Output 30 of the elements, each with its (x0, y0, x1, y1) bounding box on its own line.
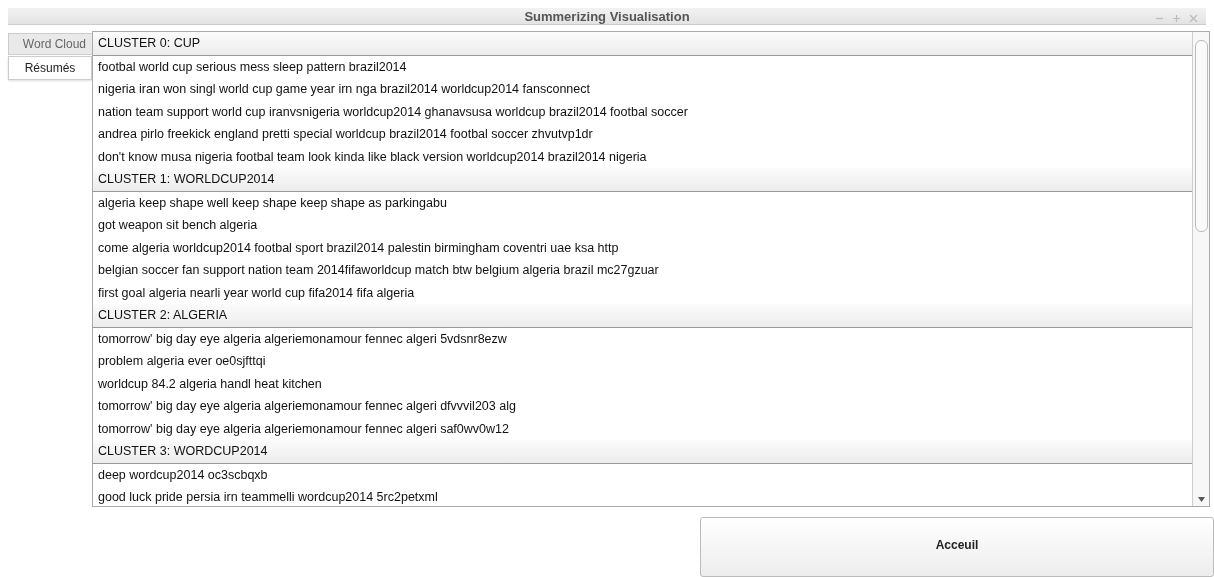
list-item[interactable]: footbal world cup serious mess sleep pattern brazil2014 (93, 55, 1192, 78)
list-item[interactable]: algeria keep shape well keep shape keep shape as parkingabu (93, 191, 1192, 214)
list-item[interactable]: problem algeria ever oe0sjfttqi (93, 350, 1192, 373)
cluster-header: CLUSTER 1: WORLDCUP2014 (93, 168, 1192, 192)
list-item[interactable]: deep wordcup2014 oc3scbqxb (93, 463, 1192, 486)
list-item[interactable]: nation team support world cup iranvsnigeria worldcup2014 ghanavsusa worldcup brazil2014 footbal soccer (93, 100, 1192, 123)
list-item[interactable]: tomorrow' big day eye algeria algeriemonamour fennec algeri 5vdsnr8ezw (93, 327, 1192, 350)
list-item[interactable]: worldcup 84.2 algeria handl heat kitchen (93, 372, 1192, 395)
list-item[interactable]: belgian soccer fan support nation team 2014fifaworldcup match btw belgium algeria brazil mc27gzuar (93, 259, 1192, 282)
list-item[interactable]: tomorrow' big day eye algeria algeriemonamour fennec algeri dfvvvil203 alg (93, 395, 1192, 418)
scrollbar[interactable] (1192, 32, 1209, 506)
cluster-header: CLUSTER 3: WORDCUP2014 (93, 440, 1192, 464)
list-item[interactable]: come algeria worldcup2014 footbal sport brazil2014 palestin birmingham coventri uae ksa http (93, 236, 1192, 259)
list-item[interactable]: first goal algeria nearli year world cup fifa2014 fifa algeria (93, 281, 1192, 304)
window-title: Summerizing Visualisation (524, 8, 690, 24)
list-item[interactable]: tomorrow' big day eye algeria algeriemonamour fennec algeri saf0wv0w12 (93, 417, 1192, 440)
cluster-header: CLUSTER 2: ALGERIA (93, 304, 1192, 328)
cluster-header: CLUSTER 0: CUP (93, 32, 1192, 56)
maximize-icon[interactable] (1172, 14, 1181, 23)
home-button[interactable]: Acceuil (700, 517, 1214, 577)
close-icon[interactable] (1189, 14, 1198, 23)
down-arrow-icon[interactable] (1197, 497, 1205, 502)
list-item[interactable]: good luck pride persia irn teammelli wordcup2014 5rc2petxml (93, 486, 1192, 506)
list-item[interactable]: andrea pirlo freekick england pretti special worldcup brazil2014 footbal soccer zhvutvp1dr (93, 123, 1192, 146)
list-item[interactable]: don't know musa nigeria footbal team look kinda like black version worldcup2014 brazil2014 nigeria (93, 145, 1192, 168)
tab[interactable]: Word Cloud (8, 33, 92, 55)
scrollbar-thumb[interactable] (1194, 40, 1208, 232)
tab[interactable]: Résumés (8, 56, 92, 80)
list-item[interactable]: nigeria iran won singl world cup game year irn nga brazil2014 worldcup2014 fansconnect (93, 78, 1192, 101)
list-item[interactable]: got weapon sit bench algeria (93, 214, 1192, 237)
